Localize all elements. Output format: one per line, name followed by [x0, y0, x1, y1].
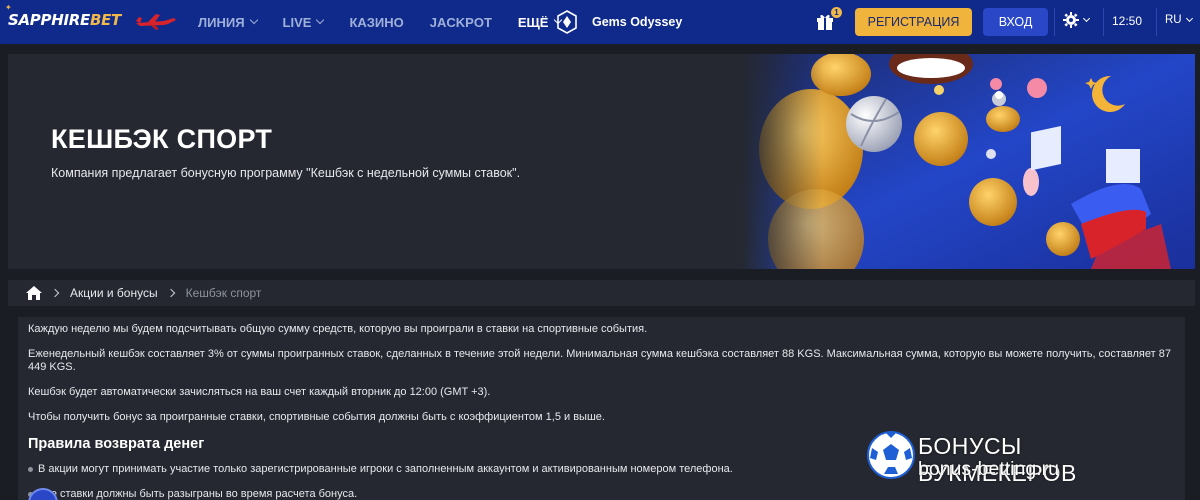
- chevron-right-icon: [50, 288, 60, 298]
- list-item-text: Все ставки должны быть разыграны во врем…: [38, 488, 358, 500]
- soccer-ball-icon: [867, 431, 915, 479]
- gift-badge: 1: [831, 7, 842, 18]
- chevron-down-icon: [249, 15, 258, 25]
- nav-line[interactable]: ЛИНИЯ: [198, 0, 258, 44]
- list-item: Все ставки должны быть разыграны во врем…: [28, 488, 1175, 500]
- page-subtitle: Компания предлагает бонусную программу "…: [51, 166, 521, 180]
- star-icon: ✦: [5, 3, 12, 12]
- nav-more[interactable]: ЕЩЁ: [517, 0, 562, 44]
- plane-icon[interactable]: [134, 12, 178, 32]
- watermark: БОНУСЫ БУКМЕКЕРОВ bonus-betting.ru: [866, 430, 1186, 486]
- paragraph: Чтобы получить бонус за проигранные став…: [28, 411, 605, 423]
- gear-icon: [1063, 12, 1079, 28]
- nav-label: LIVE: [282, 14, 312, 30]
- main-nav: ЛИНИЯ LIVE КАЗИНО JACKPOT ЕЩЁ: [198, 0, 562, 44]
- chevron-right-icon: [166, 288, 175, 298]
- clock: 12:50: [1112, 14, 1143, 28]
- divider: [1054, 8, 1055, 36]
- chevron-down-icon: [316, 15, 325, 25]
- gems-odyssey-link[interactable]: Gems Odyssey: [556, 0, 682, 44]
- gems-label: Gems Odyssey: [592, 15, 683, 29]
- paragraph: Кешбэк будет автоматически зачисляться н…: [28, 386, 491, 398]
- breadcrumb-link[interactable]: Акции и бонусы: [70, 286, 158, 300]
- settings-button[interactable]: [1063, 12, 1091, 28]
- nav-casino[interactable]: КАЗИНО: [349, 0, 403, 44]
- paragraph: Каждую неделю мы будем подсчитывать общу…: [28, 323, 648, 335]
- promo-banner: КЕШБЭК СПОРТ Компания предлагает бонусну…: [8, 54, 1195, 269]
- breadcrumb: Акции и бонусы Кешбэк спорт: [8, 280, 1195, 306]
- logo-text-bet: BET: [89, 11, 121, 29]
- nav-jackpot[interactable]: JACKPOT: [430, 0, 492, 44]
- divider: [1156, 8, 1157, 36]
- page-title: КЕШБЭК СПОРТ: [51, 124, 273, 154]
- gift-button[interactable]: 1: [814, 7, 842, 34]
- paragraph: Еженедельный кешбэк составляет 3% от сум…: [28, 348, 1171, 373]
- language-selector[interactable]: RU: [1165, 14, 1193, 26]
- language-label: RU: [1165, 14, 1182, 26]
- home-icon[interactable]: [26, 286, 42, 300]
- list-item-text: В акции могут принимать участие только з…: [38, 463, 733, 475]
- chevron-down-icon: [1185, 14, 1193, 23]
- logo-text-sapphire: SAPPHIRE: [8, 11, 90, 29]
- nav-label: JACKPOT: [429, 14, 492, 30]
- bullet-icon: [28, 467, 33, 472]
- nav-label: ЕЩЁ: [517, 14, 549, 30]
- top-header: ✦ SAPPHIREBET ЛИНИЯ LIVE КАЗИНО JACKPOT …: [0, 0, 1200, 44]
- breadcrumb-current: Кешбэк спорт: [185, 286, 262, 300]
- banner-illustration: [741, 54, 1195, 269]
- watermark-url: bonus-betting.ru: [918, 458, 1059, 480]
- gem-icon: [557, 10, 577, 34]
- nav-label: ЛИНИЯ: [198, 14, 245, 30]
- logo[interactable]: ✦ SAPPHIREBET: [5, 3, 121, 29]
- register-button[interactable]: РЕГИСТРАЦИЯ: [855, 8, 972, 36]
- chevron-down-icon: [1082, 14, 1091, 23]
- divider: [1103, 8, 1104, 36]
- nav-live[interactable]: LIVE: [282, 0, 325, 44]
- nav-label: КАЗИНО: [349, 14, 404, 30]
- login-button[interactable]: ВХОД: [983, 8, 1048, 36]
